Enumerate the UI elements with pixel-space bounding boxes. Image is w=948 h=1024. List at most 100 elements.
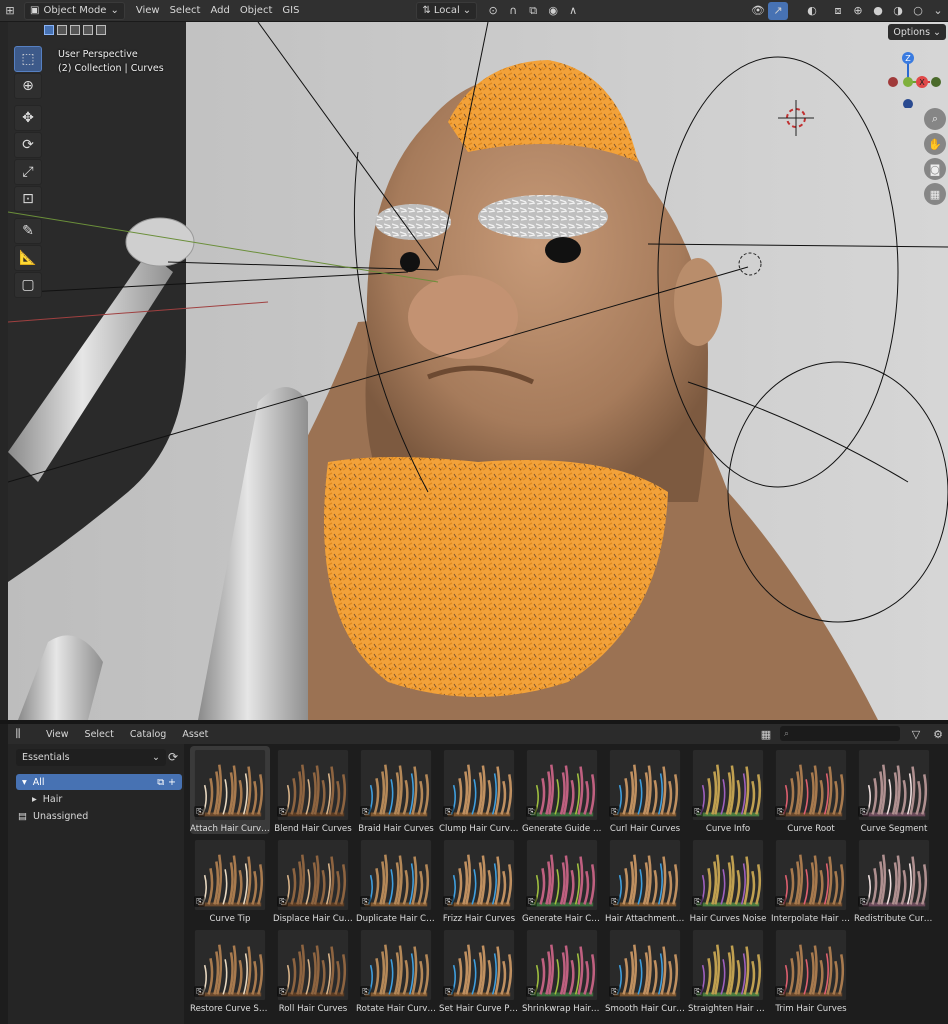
gear-icon[interactable]: ⚙ xyxy=(928,725,948,743)
rotate-tool-icon[interactable]: ⟳ xyxy=(14,132,42,158)
grid-projection-icon[interactable]: ▦ xyxy=(924,183,946,205)
solid-shading-icon[interactable]: ● xyxy=(868,2,888,20)
asset-tile[interactable]: ⎘ Rotate Hair Curves xyxy=(356,926,436,1014)
asset-label: Hair Curves Noise xyxy=(689,914,767,924)
asset-tile[interactable]: ⎘ Blend Hair Curves xyxy=(273,746,353,834)
material-shading-icon[interactable]: ◑ xyxy=(888,2,908,20)
navigation-gizmo[interactable]: Z X xyxy=(878,48,948,108)
overlays-icon[interactable]: ◐ xyxy=(802,2,822,20)
node-icon: ⎘ xyxy=(194,806,205,817)
asset-tile[interactable]: ⎘ Hair Attachment Info xyxy=(605,836,685,924)
asset-tile[interactable]: ⎘ Hair Curves Noise xyxy=(688,836,768,924)
ab-menu-catalog[interactable]: Catalog xyxy=(122,729,174,740)
move-tool-icon[interactable]: ✥ xyxy=(14,105,42,131)
chevron-down-icon[interactable]: ⌄ xyxy=(928,2,948,20)
navigation-buttons: ⌕ ✋ ◙ ▦ xyxy=(924,108,948,208)
asset-tile[interactable]: ⎘ Curve Segment xyxy=(854,746,934,834)
select-invert-icon[interactable] xyxy=(83,25,93,35)
select-new-icon[interactable] xyxy=(44,25,54,35)
asset-tile[interactable]: ⎘ Generate Hair Curves xyxy=(522,836,602,924)
orientation-label: Local xyxy=(433,5,460,16)
new-catalog-icon[interactable]: ⧉ xyxy=(157,777,164,788)
perspective-label: User Perspective xyxy=(58,49,138,60)
asset-tile[interactable]: ⎘ Shrinkwrap Hair Curves xyxy=(522,926,602,1014)
asset-tile[interactable]: ⎘ Set Hair Curve Profile xyxy=(439,926,519,1014)
ab-menu-view[interactable]: View xyxy=(38,729,77,740)
proportional-edit-icon[interactable]: ◉ xyxy=(543,2,563,20)
asset-tile[interactable]: ⎘ Redistribute Curve Points xyxy=(854,836,934,924)
asset-tile[interactable]: ⎘ Clump Hair Curves xyxy=(439,746,519,834)
asset-tile[interactable]: ⎘ Curve Root xyxy=(771,746,851,834)
snap-icon[interactable]: ∩ xyxy=(503,2,523,20)
catalog-all[interactable]: ▾ All ⧉ + xyxy=(16,774,182,790)
asset-search-input[interactable]: ⌕ xyxy=(780,726,900,741)
asset-label: Shrinkwrap Hair Curves xyxy=(522,1004,602,1014)
falloff-icon[interactable]: ∧ xyxy=(563,2,583,20)
neg-y-axis-icon xyxy=(931,77,941,87)
asset-tile[interactable]: ⎘ Trim Hair Curves xyxy=(771,926,851,1014)
gizmo-toggle-icon[interactable]: ↗ xyxy=(768,1,788,20)
asset-tile[interactable]: ⎘ Straighten Hair Curves xyxy=(688,926,768,1014)
pan-hand-icon[interactable]: ✋ xyxy=(924,133,946,155)
asset-tile[interactable]: ⎘ Restore Curve Segment Length xyxy=(190,926,270,1014)
rendered-shading-icon[interactable]: ○ xyxy=(908,2,928,20)
select-extend-icon[interactable] xyxy=(57,25,67,35)
asset-tile[interactable]: ⎘ Attach Hair Curves xyxy=(190,746,270,834)
select-intersect-icon[interactable] xyxy=(96,25,106,35)
neg-x-axis-icon xyxy=(888,77,898,87)
annotate-tool-icon[interactable]: ✎ xyxy=(14,218,42,244)
asset-tile[interactable]: ⎘ Interpolate Hair Curves xyxy=(771,836,851,924)
snap-target-icon[interactable]: ⧉ xyxy=(523,2,543,20)
refresh-icon[interactable]: ⟳ xyxy=(168,750,182,764)
add-icon[interactable]: + xyxy=(168,777,176,788)
library-dropdown[interactable]: Essentials ⌄ xyxy=(16,749,166,766)
menu-gis[interactable]: GIS xyxy=(277,2,304,20)
add-cube-tool-icon[interactable]: ▢ xyxy=(14,272,42,298)
zoom-icon[interactable]: ⌕ xyxy=(924,108,946,130)
measure-tool-icon[interactable]: 📐 xyxy=(14,245,42,271)
ab-menu-asset[interactable]: Asset xyxy=(174,729,216,740)
asset-browser-header: ⫼ View Select Catalog Asset ▦ ⌕ ▽ ⚙ xyxy=(8,724,948,744)
cursor-tool-icon[interactable]: ⊕ xyxy=(14,73,42,99)
asset-tile[interactable]: ⎘ Smooth Hair Curves xyxy=(605,926,685,1014)
asset-browser-editor-icon[interactable]: ⫼ xyxy=(8,725,28,743)
xray-icon[interactable]: ⧈ xyxy=(828,2,848,20)
3d-viewport[interactable]: User Perspective (2) Collection | Curves… xyxy=(8,22,948,720)
asset-tile[interactable]: ⎘ Roll Hair Curves xyxy=(273,926,353,1014)
asset-tile[interactable]: ⎘ Curl Hair Curves xyxy=(605,746,685,834)
select-box-tool-icon[interactable]: ⬚ xyxy=(14,46,42,72)
asset-grid: ⎘ Attach Hair Curves ⎘ Blend Hair Curves ⎘ Br… xyxy=(190,746,948,1024)
node-icon: ⎘ xyxy=(194,896,205,907)
node-icon: ⎘ xyxy=(526,806,537,817)
orientation-dropdown[interactable]: ⇅ Local ⌄ xyxy=(416,1,478,20)
asset-label: Braid Hair Curves xyxy=(358,824,434,834)
catalog-hair[interactable]: ▸ Hair xyxy=(16,791,182,807)
catalog-unassigned[interactable]: ▤ Unassigned xyxy=(16,808,182,824)
mode-dropdown[interactable]: ▣ Object Mode ⌄ xyxy=(24,1,125,20)
scale-tool-icon[interactable]: ⤢ xyxy=(14,159,42,185)
options-button[interactable]: Options ⌄ xyxy=(888,24,946,40)
asset-tile[interactable]: ⎘ Braid Hair Curves xyxy=(356,746,436,834)
display-mode-icon[interactable]: ▦ xyxy=(756,725,776,743)
menu-add[interactable]: Add xyxy=(205,2,234,20)
filter-icon[interactable]: ▽ xyxy=(906,725,926,743)
menu-object[interactable]: Object xyxy=(235,2,278,20)
asset-tile[interactable]: ⎘ Displace Hair Curves xyxy=(273,836,353,924)
transform-tool-icon[interactable]: ⊡ xyxy=(14,186,42,212)
asset-tile[interactable]: ⎘ Frizz Hair Curves xyxy=(439,836,519,924)
node-icon: ⎘ xyxy=(360,806,371,817)
select-subtract-icon[interactable] xyxy=(70,25,80,35)
menu-view[interactable]: View xyxy=(131,2,165,20)
camera-icon[interactable]: ◙ xyxy=(924,158,946,180)
asset-tile[interactable]: ⎘ Curve Tip xyxy=(190,836,270,924)
asset-tile[interactable]: ⎘ Duplicate Hair Curves xyxy=(356,836,436,924)
menu-select[interactable]: Select xyxy=(165,2,206,20)
wireframe-shading-icon[interactable]: ⊕ xyxy=(848,2,868,20)
asset-tile[interactable]: ⎘ Generate Guide Index xyxy=(522,746,602,834)
asset-tile[interactable]: ⎘ Curve Info xyxy=(688,746,768,834)
asset-label: Curl Hair Curves xyxy=(609,824,681,834)
editor-type-icon[interactable]: ⊞ xyxy=(0,2,20,20)
ab-menu-select[interactable]: Select xyxy=(77,729,122,740)
pivot-icon[interactable]: ⊙ xyxy=(483,2,503,20)
visibility-icon[interactable]: 👁 xyxy=(748,2,768,20)
